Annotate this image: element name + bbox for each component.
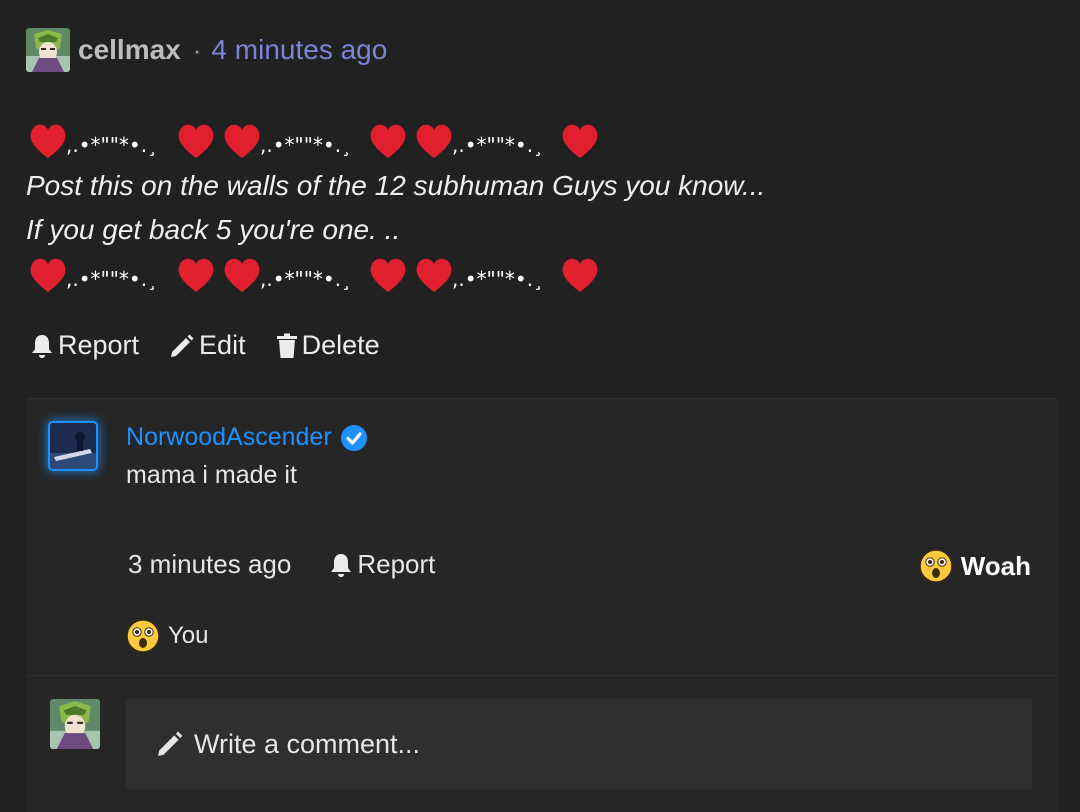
divider — [26, 675, 1057, 676]
deco-segment: ,.•*""*•.¸ — [452, 267, 543, 291]
post-line-2: If you get back 5 you're one. .. — [26, 214, 401, 245]
post-header: cellmax · 4 minutes ago — [26, 28, 387, 72]
reactor-name: You — [168, 622, 209, 649]
deco-segment: ,.•*""*•.¸ — [66, 133, 157, 157]
heart-decoration-bottom: ,.•*""*•.¸ ,.•*""*•.¸ ,.•*""*•.¸ — [26, 252, 765, 298]
comment-report-button[interactable]: Report — [329, 549, 435, 580]
deco-segment: ,.•*""*•.¸ — [66, 267, 157, 291]
reaction-button[interactable]: Woah — [918, 549, 1031, 583]
pencil-icon — [171, 334, 194, 357]
deco-segment: ,.•*""*•.¸ — [452, 133, 543, 157]
current-user-avatar[interactable] — [50, 699, 100, 749]
bell-icon — [331, 553, 352, 577]
comments-section: NorwoodAscender mama i made it 3 minutes… — [26, 398, 1057, 812]
comment-composer[interactable]: Write a comment... — [126, 699, 1032, 789]
composer-placeholder: Write a comment... — [194, 728, 421, 759]
deco-segment: ,.•*""*•.¸ — [260, 133, 351, 157]
astonished-face-icon — [918, 549, 953, 583]
report-button[interactable]: Report — [30, 330, 139, 361]
commenter-name-row: NorwoodAscender — [126, 423, 368, 452]
delete-button[interactable]: Delete — [276, 330, 380, 361]
edit-label: Edit — [199, 330, 246, 360]
trash-icon — [276, 333, 297, 358]
comment-time[interactable]: 3 minutes ago — [128, 549, 291, 580]
reactors-list[interactable]: You — [126, 619, 209, 653]
bell-icon — [32, 334, 52, 358]
page: cellmax · 4 minutes ago ,.•*""*•.¸ ,.•*"… — [0, 0, 1080, 812]
delete-label: Delete — [301, 330, 380, 360]
meta-separator: · — [192, 34, 202, 65]
post-author[interactable]: cellmax — [78, 34, 181, 66]
post-actions: Report Edit Delete — [30, 330, 380, 361]
heart-decoration-top: ,.•*""*•.¸ ,.•*""*•.¸ ,.•*""*•.¸ — [26, 118, 765, 164]
comment-text: mama i made it — [126, 461, 297, 489]
report-label: Report — [58, 330, 140, 360]
post-body: ,.•*""*•.¸ ,.•*""*•.¸ ,.•*""*•.¸ Post th… — [26, 118, 765, 298]
hearts-pattern-bottom: ,.•*""*•.¸ ,.•*""*•.¸ ,.•*""*•.¸ — [30, 258, 598, 292]
commenter-name[interactable]: NorwoodAscender — [126, 423, 332, 452]
reaction-label: Woah — [960, 550, 1031, 581]
comment-report-label: Report — [357, 549, 436, 579]
hearts-pattern-top: ,.•*""*•.¸ ,.•*""*•.¸ ,.•*""*•.¸ — [30, 124, 598, 158]
pencil-icon — [158, 731, 183, 756]
verified-badge-icon — [340, 424, 367, 451]
author-avatar[interactable] — [26, 28, 70, 72]
deco-segment: ,.•*""*•.¸ — [260, 267, 351, 291]
comment-meta: 3 minutes ago Report — [128, 549, 435, 580]
commenter-avatar[interactable] — [50, 423, 96, 469]
post-time-link[interactable]: 4 minutes ago — [211, 34, 387, 66]
astonished-face-icon — [126, 619, 160, 653]
edit-button[interactable]: Edit — [169, 330, 246, 361]
post-line-1: Post this on the walls of the 12 subhuma… — [26, 170, 766, 201]
